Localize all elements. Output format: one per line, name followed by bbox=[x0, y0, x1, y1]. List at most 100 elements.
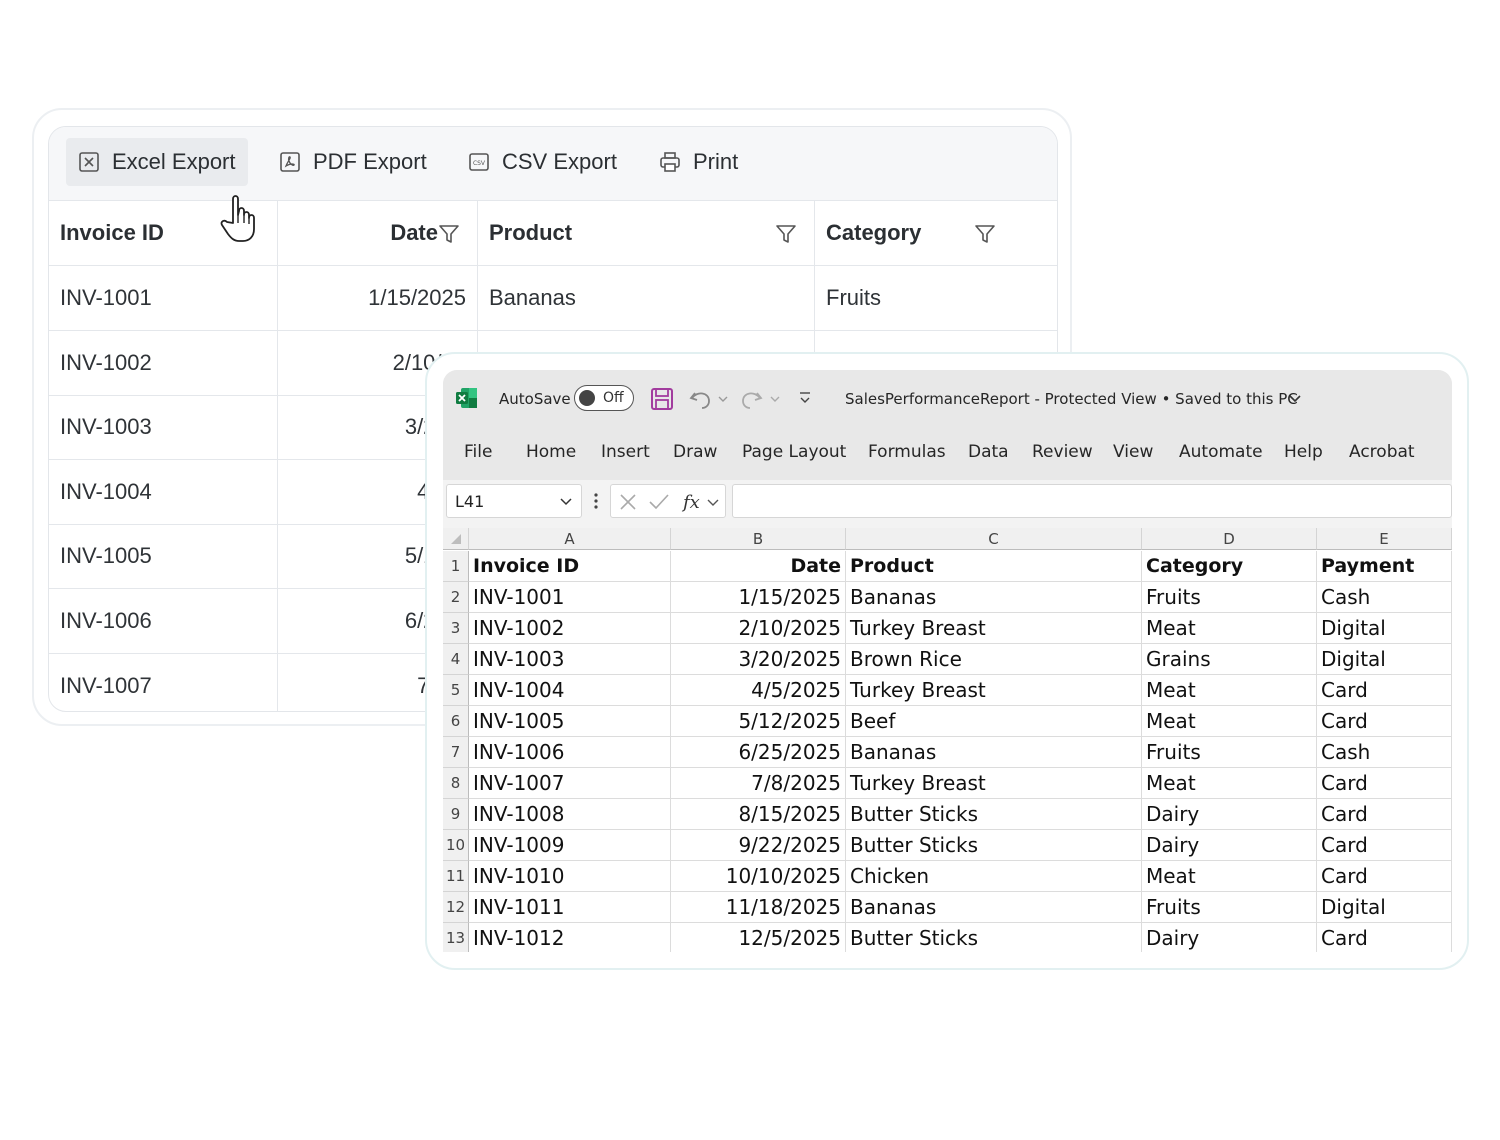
excel-export-button[interactable]: Excel Export bbox=[66, 138, 248, 186]
date-filter-icon[interactable] bbox=[438, 223, 460, 245]
sheet-cell[interactable]: 8/15/2025 bbox=[671, 799, 846, 830]
header-cell[interactable]: Product bbox=[846, 551, 1142, 582]
row-number-header[interactable]: 8 bbox=[443, 768, 469, 799]
menu-formulas[interactable]: Formulas bbox=[868, 442, 946, 462]
sheet-cell[interactable]: Butter Sticks bbox=[846, 799, 1142, 830]
name-box-dropdown-icon[interactable] bbox=[559, 496, 573, 508]
sheet-cell[interactable]: INV-1005 bbox=[469, 706, 671, 737]
invoice-id-cell[interactable]: INV-1004 bbox=[49, 459, 278, 525]
name-box[interactable]: L41 bbox=[446, 484, 582, 518]
row-number-header[interactable]: 1 bbox=[443, 551, 469, 582]
header-cell[interactable]: Payment bbox=[1317, 551, 1452, 582]
menu-automate[interactable]: Automate bbox=[1179, 442, 1263, 462]
header-cell[interactable]: Invoice ID bbox=[469, 551, 671, 582]
sheet-cell[interactable]: 12/5/2025 bbox=[671, 923, 846, 952]
sheet-cell[interactable]: 7/8/2025 bbox=[671, 768, 846, 799]
save-icon[interactable] bbox=[650, 387, 674, 411]
insert-function-icon[interactable]: fx bbox=[681, 490, 723, 514]
sheet-cell[interactable]: INV-1012 bbox=[469, 923, 671, 952]
sheet-cell[interactable]: Meat bbox=[1142, 768, 1317, 799]
sheet-cell[interactable]: Grains bbox=[1142, 644, 1317, 675]
sheet-cell[interactable]: INV-1009 bbox=[469, 830, 671, 861]
sheet-cell[interactable]: Cash bbox=[1317, 737, 1452, 768]
invoice-id-cell[interactable]: INV-1006 bbox=[49, 589, 278, 654]
menu-draw[interactable]: Draw bbox=[673, 442, 717, 462]
sheet-cell[interactable]: Cash bbox=[1317, 582, 1452, 613]
sheet-cell[interactable]: Card bbox=[1317, 830, 1452, 861]
sheet-cell[interactable]: Digital bbox=[1317, 644, 1452, 675]
column-header-product[interactable]: Product bbox=[478, 201, 815, 266]
sheet-cell[interactable]: Fruits bbox=[1142, 582, 1317, 613]
row-number-header[interactable]: 9 bbox=[443, 799, 469, 830]
sheet-cell[interactable]: INV-1010 bbox=[469, 861, 671, 892]
sheet-cell[interactable]: Meat bbox=[1142, 706, 1317, 737]
autosave-toggle[interactable]: Off bbox=[574, 385, 634, 411]
column-letter-header[interactable]: D bbox=[1142, 528, 1317, 550]
sheet-cell[interactable]: 1/15/2025 bbox=[671, 582, 846, 613]
pdf-export-button[interactable]: PDF Export bbox=[267, 138, 439, 186]
customize-toolbar-icon[interactable] bbox=[798, 390, 812, 406]
column-letter-header[interactable]: E bbox=[1317, 528, 1452, 550]
sheet-cell[interactable]: INV-1002 bbox=[469, 613, 671, 644]
sheet-cell[interactable]: 11/18/2025 bbox=[671, 892, 846, 923]
sheet-cell[interactable]: Bananas bbox=[846, 582, 1142, 613]
sheet-cell[interactable]: Brown Rice bbox=[846, 644, 1142, 675]
sheet-cell[interactable]: Butter Sticks bbox=[846, 830, 1142, 861]
menu-help[interactable]: Help bbox=[1284, 442, 1323, 462]
sheet-cell[interactable]: INV-1006 bbox=[469, 737, 671, 768]
sheet-cell[interactable]: 10/10/2025 bbox=[671, 861, 846, 892]
category-filter-icon[interactable] bbox=[974, 223, 996, 245]
sheet-cell[interactable]: 6/25/2025 bbox=[671, 737, 846, 768]
sheet-cell[interactable]: Beef bbox=[846, 706, 1142, 737]
row-number-header[interactable]: 5 bbox=[443, 675, 469, 706]
sheet-cell[interactable]: Digital bbox=[1317, 892, 1452, 923]
row-number-header[interactable]: 6 bbox=[443, 706, 469, 737]
menu-page-layout[interactable]: Page Layout bbox=[742, 442, 846, 462]
menu-insert[interactable]: Insert bbox=[601, 442, 650, 462]
column-header-category[interactable]: Category bbox=[815, 201, 1057, 266]
product-cell[interactable]: Bananas bbox=[478, 266, 815, 331]
sheet-cell[interactable]: Meat bbox=[1142, 861, 1317, 892]
sheet-cell[interactable]: INV-1004 bbox=[469, 675, 671, 706]
sheet-cell[interactable]: 9/22/2025 bbox=[671, 830, 846, 861]
column-letter-header[interactable]: B bbox=[671, 528, 846, 550]
sheet-cell[interactable]: Bananas bbox=[846, 892, 1142, 923]
row-number-header[interactable]: 10 bbox=[443, 830, 469, 861]
sheet-cell[interactable]: Dairy bbox=[1142, 923, 1317, 952]
menu-data[interactable]: Data bbox=[968, 442, 1009, 462]
sheet-cell[interactable]: Turkey Breast bbox=[846, 768, 1142, 799]
sheet-cell[interactable]: Card bbox=[1317, 799, 1452, 830]
cancel-entry-icon[interactable] bbox=[618, 492, 638, 512]
sheet-cell[interactable]: Dairy bbox=[1142, 830, 1317, 861]
sheet-cell[interactable]: 5/12/2025 bbox=[671, 706, 846, 737]
row-number-header[interactable]: 2 bbox=[443, 582, 469, 613]
menu-review[interactable]: Review bbox=[1032, 442, 1093, 462]
invoice-id-cell[interactable]: INV-1001 bbox=[49, 266, 278, 331]
header-cell[interactable]: Date bbox=[671, 551, 846, 582]
redo-icon[interactable] bbox=[741, 387, 783, 411]
invoice-id-cell[interactable]: INV-1007 bbox=[49, 653, 278, 711]
invoice-id-cell[interactable]: INV-1003 bbox=[49, 395, 278, 461]
sheet-cell[interactable]: Turkey Breast bbox=[846, 613, 1142, 644]
sheet-cell[interactable]: Card bbox=[1317, 706, 1452, 737]
header-cell[interactable]: Category bbox=[1142, 551, 1317, 582]
formula-bar[interactable] bbox=[732, 484, 1452, 518]
sheet-cell[interactable]: Bananas bbox=[846, 737, 1142, 768]
row-number-header[interactable]: 12 bbox=[443, 892, 469, 923]
row-number-header[interactable]: 11 bbox=[443, 861, 469, 892]
menu-acrobat[interactable]: Acrobat bbox=[1349, 442, 1415, 462]
select-all-corner[interactable] bbox=[443, 528, 469, 550]
undo-icon[interactable] bbox=[689, 387, 731, 411]
sheet-cell[interactable]: Card bbox=[1317, 675, 1452, 706]
sheet-cell[interactable]: Butter Sticks bbox=[846, 923, 1142, 952]
row-number-header[interactable]: 4 bbox=[443, 644, 469, 675]
csv-export-button[interactable]: CSV CSV Export bbox=[456, 138, 629, 186]
category-cell[interactable]: Fruits bbox=[815, 266, 1057, 331]
confirm-entry-icon[interactable] bbox=[648, 492, 670, 512]
menu-home[interactable]: Home bbox=[526, 442, 576, 462]
invoice-id-cell[interactable]: INV-1005 bbox=[49, 524, 278, 590]
product-filter-icon[interactable] bbox=[775, 223, 797, 245]
column-letter-header[interactable]: C bbox=[846, 528, 1142, 550]
print-button[interactable]: Print bbox=[647, 138, 750, 186]
more-options-icon[interactable] bbox=[592, 491, 600, 511]
